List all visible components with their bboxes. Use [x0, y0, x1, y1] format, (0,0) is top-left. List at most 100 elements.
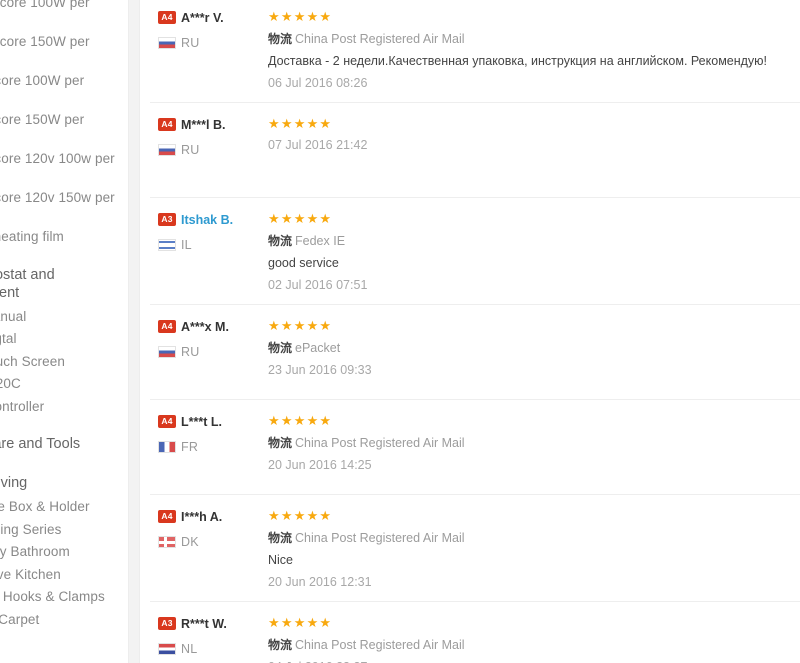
review-timestamp: 02 Jul 2016 07:51: [268, 278, 368, 292]
review-timestamp: 23 Jun 2016 09:33: [268, 363, 372, 377]
sidebar-category-link[interactable]: ealthy Bathroom: [0, 541, 128, 564]
sidebar-category-link[interactable]: reative Kitchen: [0, 564, 128, 587]
review-row: A3 R***t W. NL ★★★★★ 物流 China Post Registered…: [150, 601, 800, 663]
sidebar-category-link[interactable]: seful Hooks & Clamps: [0, 586, 128, 609]
review-row: A4 M***l B. RU ★★★★★ 07 Jul 2016 21:42: [150, 102, 800, 197]
country-flag-icon: [158, 642, 176, 655]
sidebar-category-link[interactable]: orage Box & Holder: [0, 496, 128, 519]
logistics-line: 物流 China Post Registered Air Mail: [268, 435, 800, 452]
logistics-line: 物流 China Post Registered Air Mail: [268, 530, 800, 547]
review-row: A4 I***h A. DK ★★★★★ 物流 China Post Registered…: [150, 494, 800, 601]
reviewer-name-line: A4 A***x M.: [158, 317, 268, 336]
country-flag-icon: [158, 238, 176, 251]
review-timestamp: 07 Jul 2016 21:42: [268, 138, 368, 152]
sidebar-category-link[interactable]: at & Carpet: [0, 609, 128, 632]
star-rating: ★★★★★: [268, 413, 333, 428]
review-timestamp: 06 Jul 2016 08:26: [268, 76, 368, 90]
reviewer-info: A3 R***t W. NL: [150, 612, 268, 658]
buyer-level-badge: A4: [158, 510, 176, 523]
reviewer-country-line: NL: [158, 639, 268, 658]
review-content: ★★★★★ 物流 ePacket 23 Jun 2016 09:33: [268, 315, 800, 379]
page-root: ngle core 100W per mngle core 150W per m…: [0, 0, 800, 663]
buyer-level-badge: A4: [158, 118, 176, 131]
sidebar-category-heading[interactable]: me living: [0, 466, 128, 496]
country-flag-icon: [158, 143, 176, 156]
reviewer-info: A4 A***x M. RU: [150, 315, 268, 361]
sidebar-category-link[interactable]: ngle core 150W per m: [0, 31, 128, 70]
country-code: IL: [181, 237, 192, 252]
review-timestamp: 20 Jun 2016 14:25: [268, 458, 372, 472]
reviewer-info: A3 Itshak B. IL: [150, 208, 268, 254]
category-sidebar: ngle core 100W per mngle core 150W per m…: [0, 0, 128, 663]
reviewer-info: A4 M***l B. RU: [150, 113, 268, 159]
reviewer-name: M***l B.: [181, 117, 226, 132]
logistics-icon: 物流: [268, 234, 293, 248]
sidebar-category-link[interactable]: ngle core 100W per m: [0, 0, 128, 31]
logistics-carrier: Fedex IE: [295, 234, 346, 248]
reviewer-name[interactable]: Itshak B.: [181, 213, 233, 227]
sidebar-category-heading[interactable]: rdware and Tools: [0, 427, 128, 457]
sidebar-category-link[interactable]: eanning Series: [0, 519, 128, 542]
sidebar-category-heading[interactable]: ermostat and trument: [0, 258, 128, 306]
reviewer-name-line: A4 A***r V.: [158, 8, 268, 27]
reviewer-country-line: FR: [158, 437, 268, 456]
logistics-carrier: China Post Registered Air Mail: [295, 32, 465, 46]
buyer-level-badge: A4: [158, 415, 176, 428]
sidebar-category-link[interactable]: 5 manual: [0, 306, 128, 329]
sidebar-category-link[interactable]: ini controller: [0, 396, 128, 419]
category-list: ngle core 100W per mngle core 150W per m…: [0, 0, 128, 663]
feedback-review-list: A4 A***r V. RU ★★★★★ 物流 China Post Registered…: [140, 0, 800, 663]
sidebar-category-link[interactable]: thers: [0, 631, 128, 654]
reviewer-country-line: RU: [158, 342, 268, 361]
country-code: RU: [181, 142, 200, 157]
review-timestamp: 20 Jun 2016 12:31: [268, 575, 372, 589]
reviewer-name: A***x M.: [181, 319, 229, 334]
review-content: ★★★★★ 物流 China Post Registered Air Mail 20 …: [268, 410, 800, 474]
buyer-level-badge: A4: [158, 320, 176, 333]
reviewer-name-line: A4 I***h A.: [158, 507, 268, 526]
reviewer-name: A***r V.: [181, 10, 224, 25]
country-code: RU: [181, 35, 200, 50]
sidebar-category-link[interactable]: win core 120v 150w per m: [0, 187, 128, 226]
reviewer-info: A4 A***r V. RU: [150, 6, 268, 52]
sidebar-content-divider: [128, 0, 140, 663]
buyer-level-badge: A4: [158, 11, 176, 24]
country-code: NL: [181, 641, 198, 656]
review-row: A4 L***t L. FR ★★★★★ 物流 China Post Registered…: [150, 399, 800, 494]
logistics-icon: 物流: [268, 531, 293, 545]
review-comment: Доставка - 2 недели.Качественная упаковк…: [268, 54, 768, 68]
sidebar-category-link[interactable]: oor heating film: [0, 226, 128, 249]
logistics-icon: 物流: [268, 341, 293, 355]
buyer-level-badge: A3: [158, 213, 176, 226]
sidebar-category-link[interactable]: TC120C: [0, 373, 128, 396]
star-rating: ★★★★★: [268, 508, 333, 523]
logistics-icon: 物流: [268, 32, 293, 46]
logistics-carrier: ePacket: [295, 341, 341, 355]
reviewer-info: A4 L***t L. FR: [150, 410, 268, 456]
buyer-level-badge: A3: [158, 617, 176, 630]
country-code: RU: [181, 344, 200, 359]
logistics-line: 物流 China Post Registered Air Mail: [268, 31, 800, 48]
review-content: ★★★★★ 物流 Fedex IE good service 02 Jul 2016 0…: [268, 208, 800, 294]
country-flag-icon: [158, 440, 176, 453]
sidebar-category-link[interactable]: win core 150W per m: [0, 109, 128, 148]
reviewer-name-line: A3 Itshak B.: [158, 210, 268, 229]
review-comment: Nice: [268, 553, 294, 567]
country-flag-icon: [158, 535, 176, 548]
sidebar-category-link[interactable]: win core 120v 100w per m: [0, 148, 128, 187]
sidebar-category-link[interactable]: win core 100W per m: [0, 70, 128, 109]
star-rating: ★★★★★: [268, 116, 333, 131]
review-row: A4 A***r V. RU ★★★★★ 物流 China Post Registered…: [150, 0, 800, 102]
review-row: A3 Itshak B. IL ★★★★★ 物流 Fedex IE good service…: [150, 197, 800, 304]
review-content: ★★★★★ 07 Jul 2016 21:42: [268, 113, 800, 154]
sidebar-category-link[interactable]: 9 Touch Screen: [0, 351, 128, 374]
review-content: ★★★★★ 物流 China Post Registered Air Mail Nic…: [268, 505, 800, 591]
reviewer-name: R***t W.: [181, 616, 227, 631]
sidebar-category-link[interactable]: 6 Digtal: [0, 328, 128, 351]
logistics-carrier: China Post Registered Air Mail: [295, 436, 465, 450]
logistics-carrier: China Post Registered Air Mail: [295, 531, 465, 545]
